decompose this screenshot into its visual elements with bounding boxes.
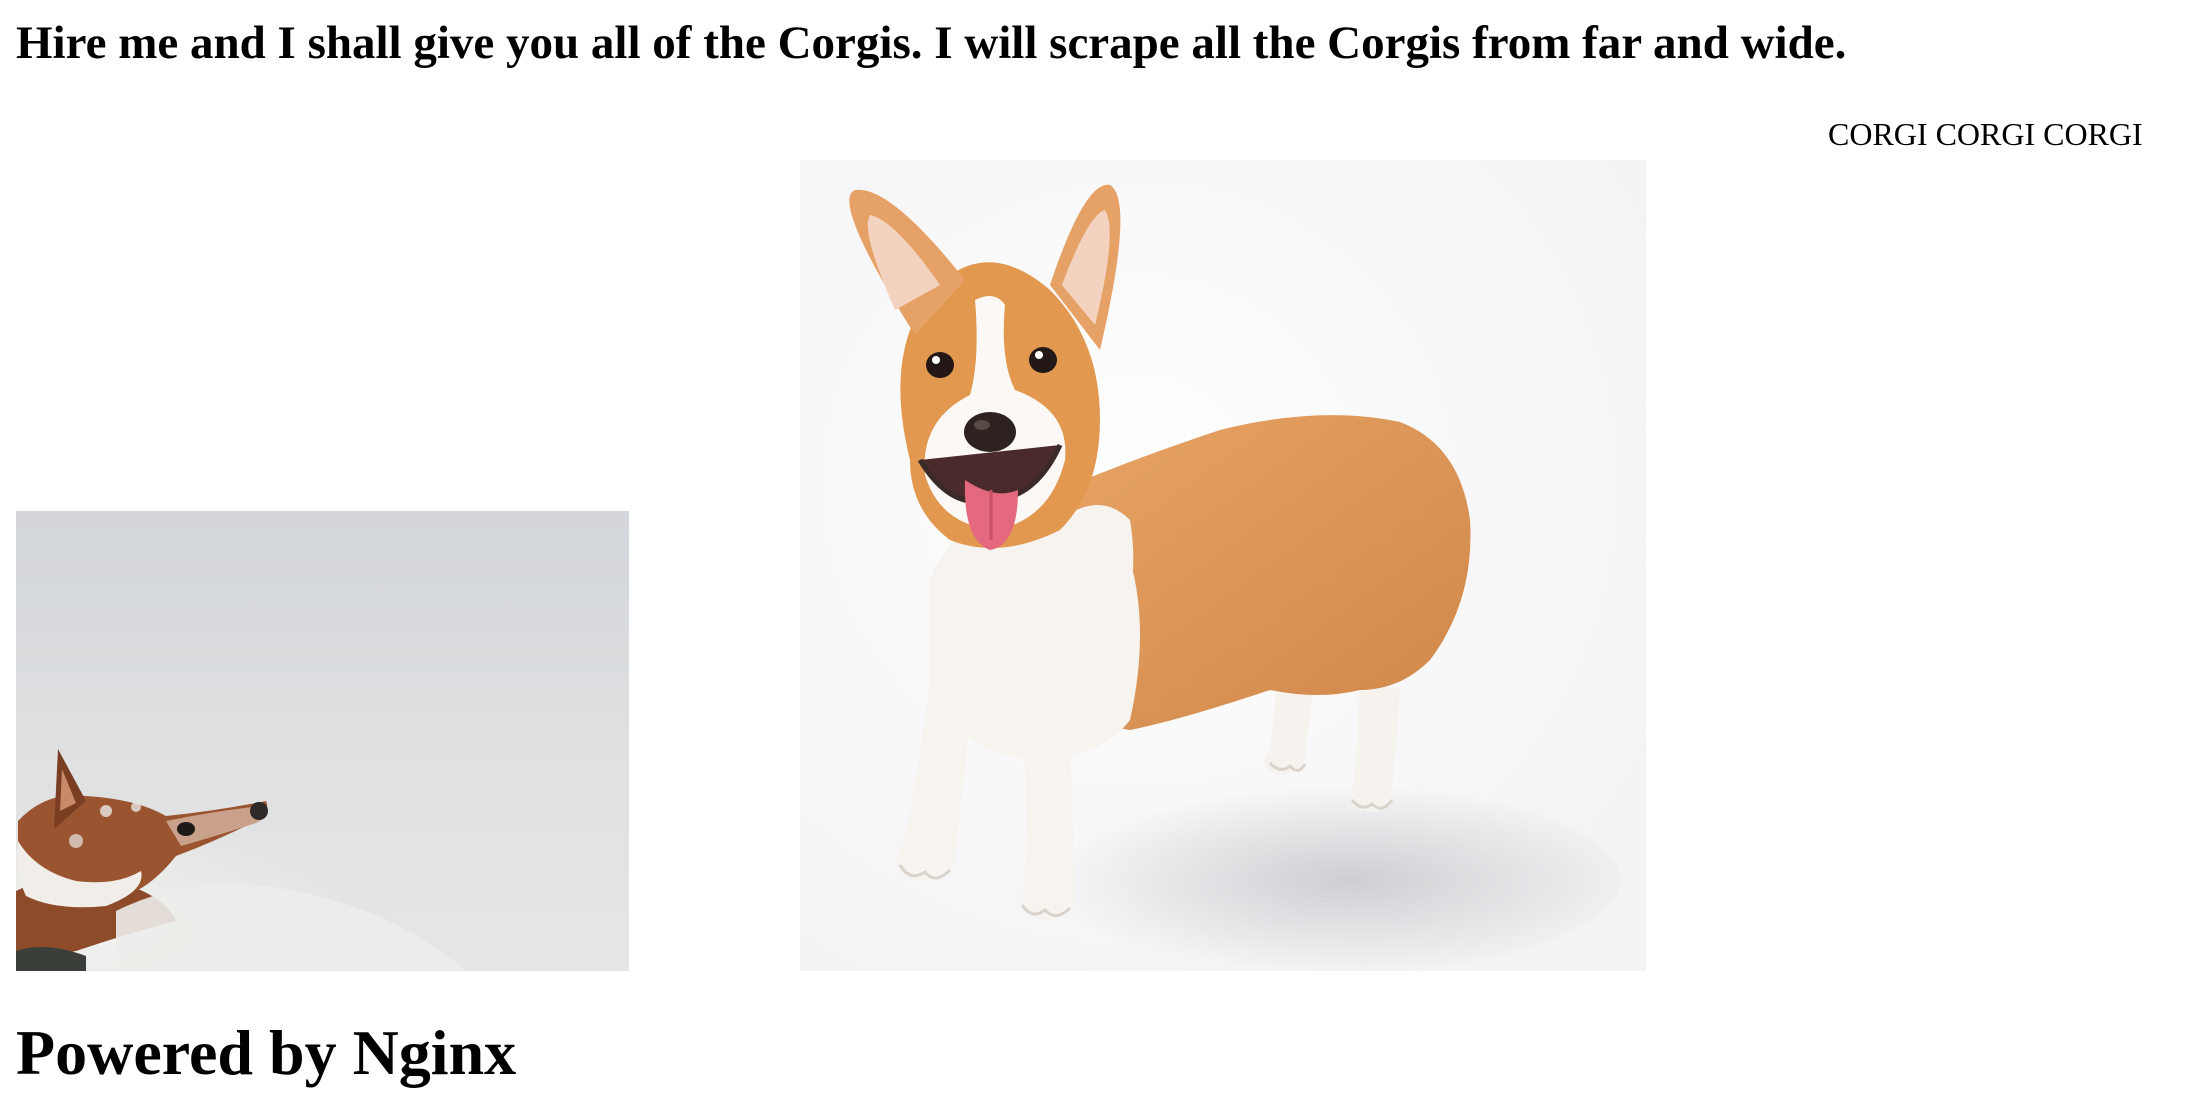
corgi-tagline: CORGI CORGI CORGI: [1828, 116, 2143, 152]
standing-corgi-image: [800, 160, 1646, 971]
corgi-in-snow-image: [16, 511, 629, 971]
page-headline: Hire me and I shall give you all of the …: [16, 17, 1847, 69]
page: Hire me and I shall give you all of the …: [0, 0, 2208, 1116]
powered-by-footer: Powered by Nginx: [16, 1017, 517, 1088]
